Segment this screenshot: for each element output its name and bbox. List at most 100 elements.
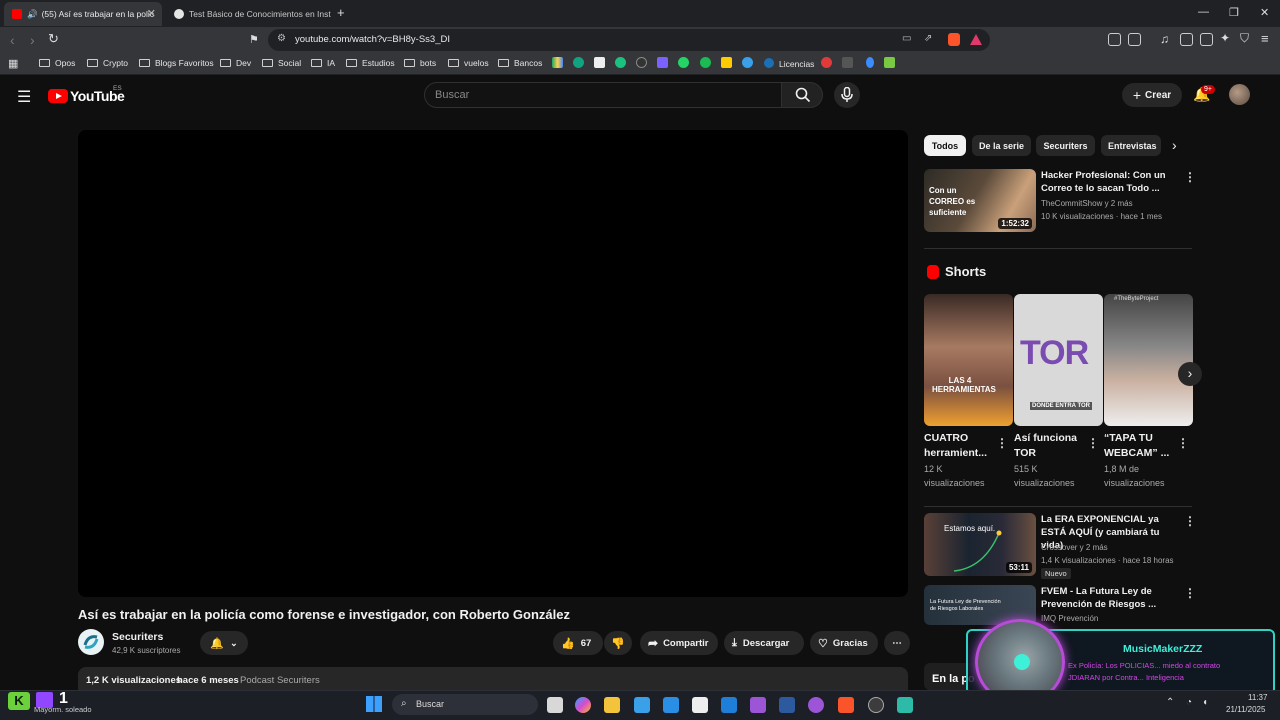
create-button[interactable]: + Crear — [1122, 83, 1182, 107]
dislike-button[interactable]: 👎 — [604, 631, 632, 655]
share-icon[interactable]: ⇗ — [924, 33, 932, 44]
close-tab-icon[interactable]: ✕ — [147, 7, 156, 20]
chatgpt-icon[interactable] — [573, 57, 584, 68]
close-window-icon[interactable]: ✕ — [1260, 6, 1269, 19]
drive-icon[interactable] — [552, 57, 563, 68]
short-title[interactable]: CUATRO herramient... — [924, 431, 994, 461]
bookmark-folder[interactable]: bots — [404, 58, 436, 68]
visual-studio-icon[interactable] — [750, 697, 766, 713]
bookmark-folder[interactable]: vuelos — [448, 58, 489, 68]
related-video-channel[interactable]: Crossover y 2 más — [1041, 543, 1108, 552]
copilot-icon[interactable] — [575, 697, 591, 713]
lime-app-icon[interactable] — [884, 57, 895, 68]
bank-icon[interactable] — [721, 57, 732, 68]
more-vertical-icon[interactable]: ⋮ — [1184, 586, 1196, 600]
chip-securiters[interactable]: Securiters — [1036, 135, 1095, 156]
bookmark-folder[interactable]: Estudios — [346, 58, 395, 68]
share-button[interactable]: ➦ Compartir — [640, 631, 718, 655]
edge-icon[interactable] — [742, 57, 753, 68]
sidebar-icon[interactable] — [1180, 33, 1193, 46]
short-title[interactable]: Así funciona TOR — [1014, 431, 1084, 461]
chip-de-la-serie[interactable]: De la serie — [972, 135, 1031, 156]
playlist-link[interactable]: Podcast Securiters — [240, 675, 320, 686]
cast-icon[interactable]: ▭ — [902, 33, 911, 44]
whatsapp-icon[interactable] — [678, 57, 689, 68]
channel-name[interactable]: Securiters — [112, 631, 163, 643]
site-info-icon[interactable]: ⚙ — [277, 33, 286, 44]
music-icon[interactable]: ♫ — [1160, 32, 1169, 46]
clock-date[interactable]: 21/11/2025 — [1226, 705, 1265, 714]
bookmark-folder[interactable]: Bancos — [498, 58, 542, 68]
task-view-icon[interactable] — [547, 697, 563, 713]
leo-ai-icon[interactable]: ✦ — [1220, 31, 1230, 45]
more-vertical-icon[interactable]: ⋮ — [1184, 170, 1196, 184]
short-thumbnail[interactable]: TOR DONDE ENTRA TOR — [1014, 294, 1103, 426]
related-video-channel[interactable]: IMQ Prevención — [1041, 614, 1098, 623]
bookmark-folder[interactable]: IA — [311, 58, 335, 68]
brave-shield-icon[interactable] — [948, 33, 960, 46]
omnibox[interactable]: ⚙ youtube.com/watch?v=BH8y-Ss3_DI ▭ ⇗ — [268, 29, 990, 51]
like-button[interactable]: 👍 67 — [553, 631, 603, 655]
minimize-icon[interactable]: — — [1198, 6, 1209, 18]
more-actions-button[interactable]: ⋯ — [884, 631, 910, 655]
chips-next-icon[interactable]: › — [1172, 137, 1177, 153]
related-video-channel[interactable]: TheCommitShow y 2 más — [1041, 199, 1133, 208]
store-icon[interactable] — [634, 697, 650, 713]
forward-icon[interactable]: › — [30, 32, 35, 48]
channel-avatar[interactable] — [78, 629, 104, 655]
github-icon[interactable] — [808, 697, 824, 713]
clock-time[interactable]: 11:37 — [1248, 693, 1267, 702]
new-tab-button[interactable]: + — [337, 5, 345, 20]
volume-icon[interactable]: ◖ — [1202, 697, 1208, 708]
search-input[interactable]: Buscar — [424, 82, 782, 108]
wifi-icon[interactable]: ◔ — [1186, 697, 1192, 708]
brave-rewards-icon[interactable] — [970, 34, 982, 45]
bookmark-folder[interactable]: Dev — [220, 58, 251, 68]
bookmark-folder[interactable]: Social — [262, 58, 301, 68]
extensions-icon[interactable] — [1108, 33, 1121, 46]
triangle-app-icon[interactable] — [657, 57, 668, 68]
bookmark-folder[interactable]: Blogs Favoritos — [139, 58, 214, 68]
vscode-icon[interactable] — [663, 697, 679, 713]
apps-grid-icon[interactable]: ▦ — [8, 57, 18, 70]
app-icon[interactable] — [897, 697, 913, 713]
green-app-icon[interactable] — [615, 57, 626, 68]
bookmark-folder[interactable]: Crypto — [87, 58, 128, 68]
back-icon[interactable]: ‹ — [10, 32, 15, 48]
notion-icon[interactable] — [594, 57, 605, 68]
spotify-icon[interactable] — [700, 57, 711, 68]
video-player[interactable] — [78, 130, 908, 597]
search-button[interactable] — [781, 82, 823, 108]
chip-entrevistas[interactable]: Entrevistas — [1101, 135, 1161, 156]
windows-start-icon[interactable] — [366, 696, 382, 712]
restore-icon[interactable]: ❐ — [1229, 6, 1239, 19]
shorts-next-button[interactable]: › — [1178, 362, 1202, 386]
bookmark-folder[interactable]: Opos — [39, 58, 75, 68]
short-thumbnail[interactable]: #TheByteProject — [1104, 294, 1193, 426]
taskbar-search[interactable]: ⌕ Buscar — [392, 694, 538, 715]
chip-todos[interactable]: Todos — [924, 135, 966, 156]
tab-test[interactable]: Test Básico de Conocimientos en Inst — [166, 2, 332, 26]
powershell-icon[interactable] — [779, 697, 795, 713]
drop-app-icon[interactable] — [866, 57, 874, 68]
obs-icon[interactable] — [868, 697, 884, 713]
download-button[interactable]: ⤓ Descargar — [724, 631, 804, 655]
file-explorer-icon[interactable] — [604, 697, 620, 713]
wallet-icon[interactable] — [1200, 33, 1213, 46]
url-text[interactable]: youtube.com/watch?v=BH8y-Ss3_DI — [295, 34, 450, 45]
more-vertical-icon[interactable]: ⋮ — [1184, 514, 1196, 528]
more-vertical-icon[interactable]: ⋮ — [1087, 436, 1099, 450]
subscribed-button[interactable]: 🔔 ⌄ — [200, 631, 248, 655]
short-title[interactable]: “TAPA TU WEBCAM” ... — [1104, 431, 1174, 461]
dark-app-icon[interactable] — [636, 57, 647, 68]
more-vertical-icon[interactable]: ⋮ — [1177, 436, 1189, 450]
capcut-icon[interactable] — [692, 697, 708, 713]
tray-chevron-icon[interactable]: ⌃ — [1166, 697, 1174, 708]
tab-youtube[interactable]: 🔊 (55) Así es trabajar en la polic ✕ — [4, 2, 162, 26]
voice-search-button[interactable] — [834, 82, 860, 108]
related-video-title[interactable]: Hacker Profesional: Con un Correo te lo … — [1041, 169, 1181, 195]
brave-browser-icon[interactable] — [838, 697, 854, 713]
more-vertical-icon[interactable]: ⋮ — [996, 436, 1008, 450]
reload-icon[interactable]: ↻ — [48, 31, 59, 47]
related-video-title[interactable]: FVEM - La Futura Ley de Prevención de Ri… — [1041, 585, 1181, 611]
